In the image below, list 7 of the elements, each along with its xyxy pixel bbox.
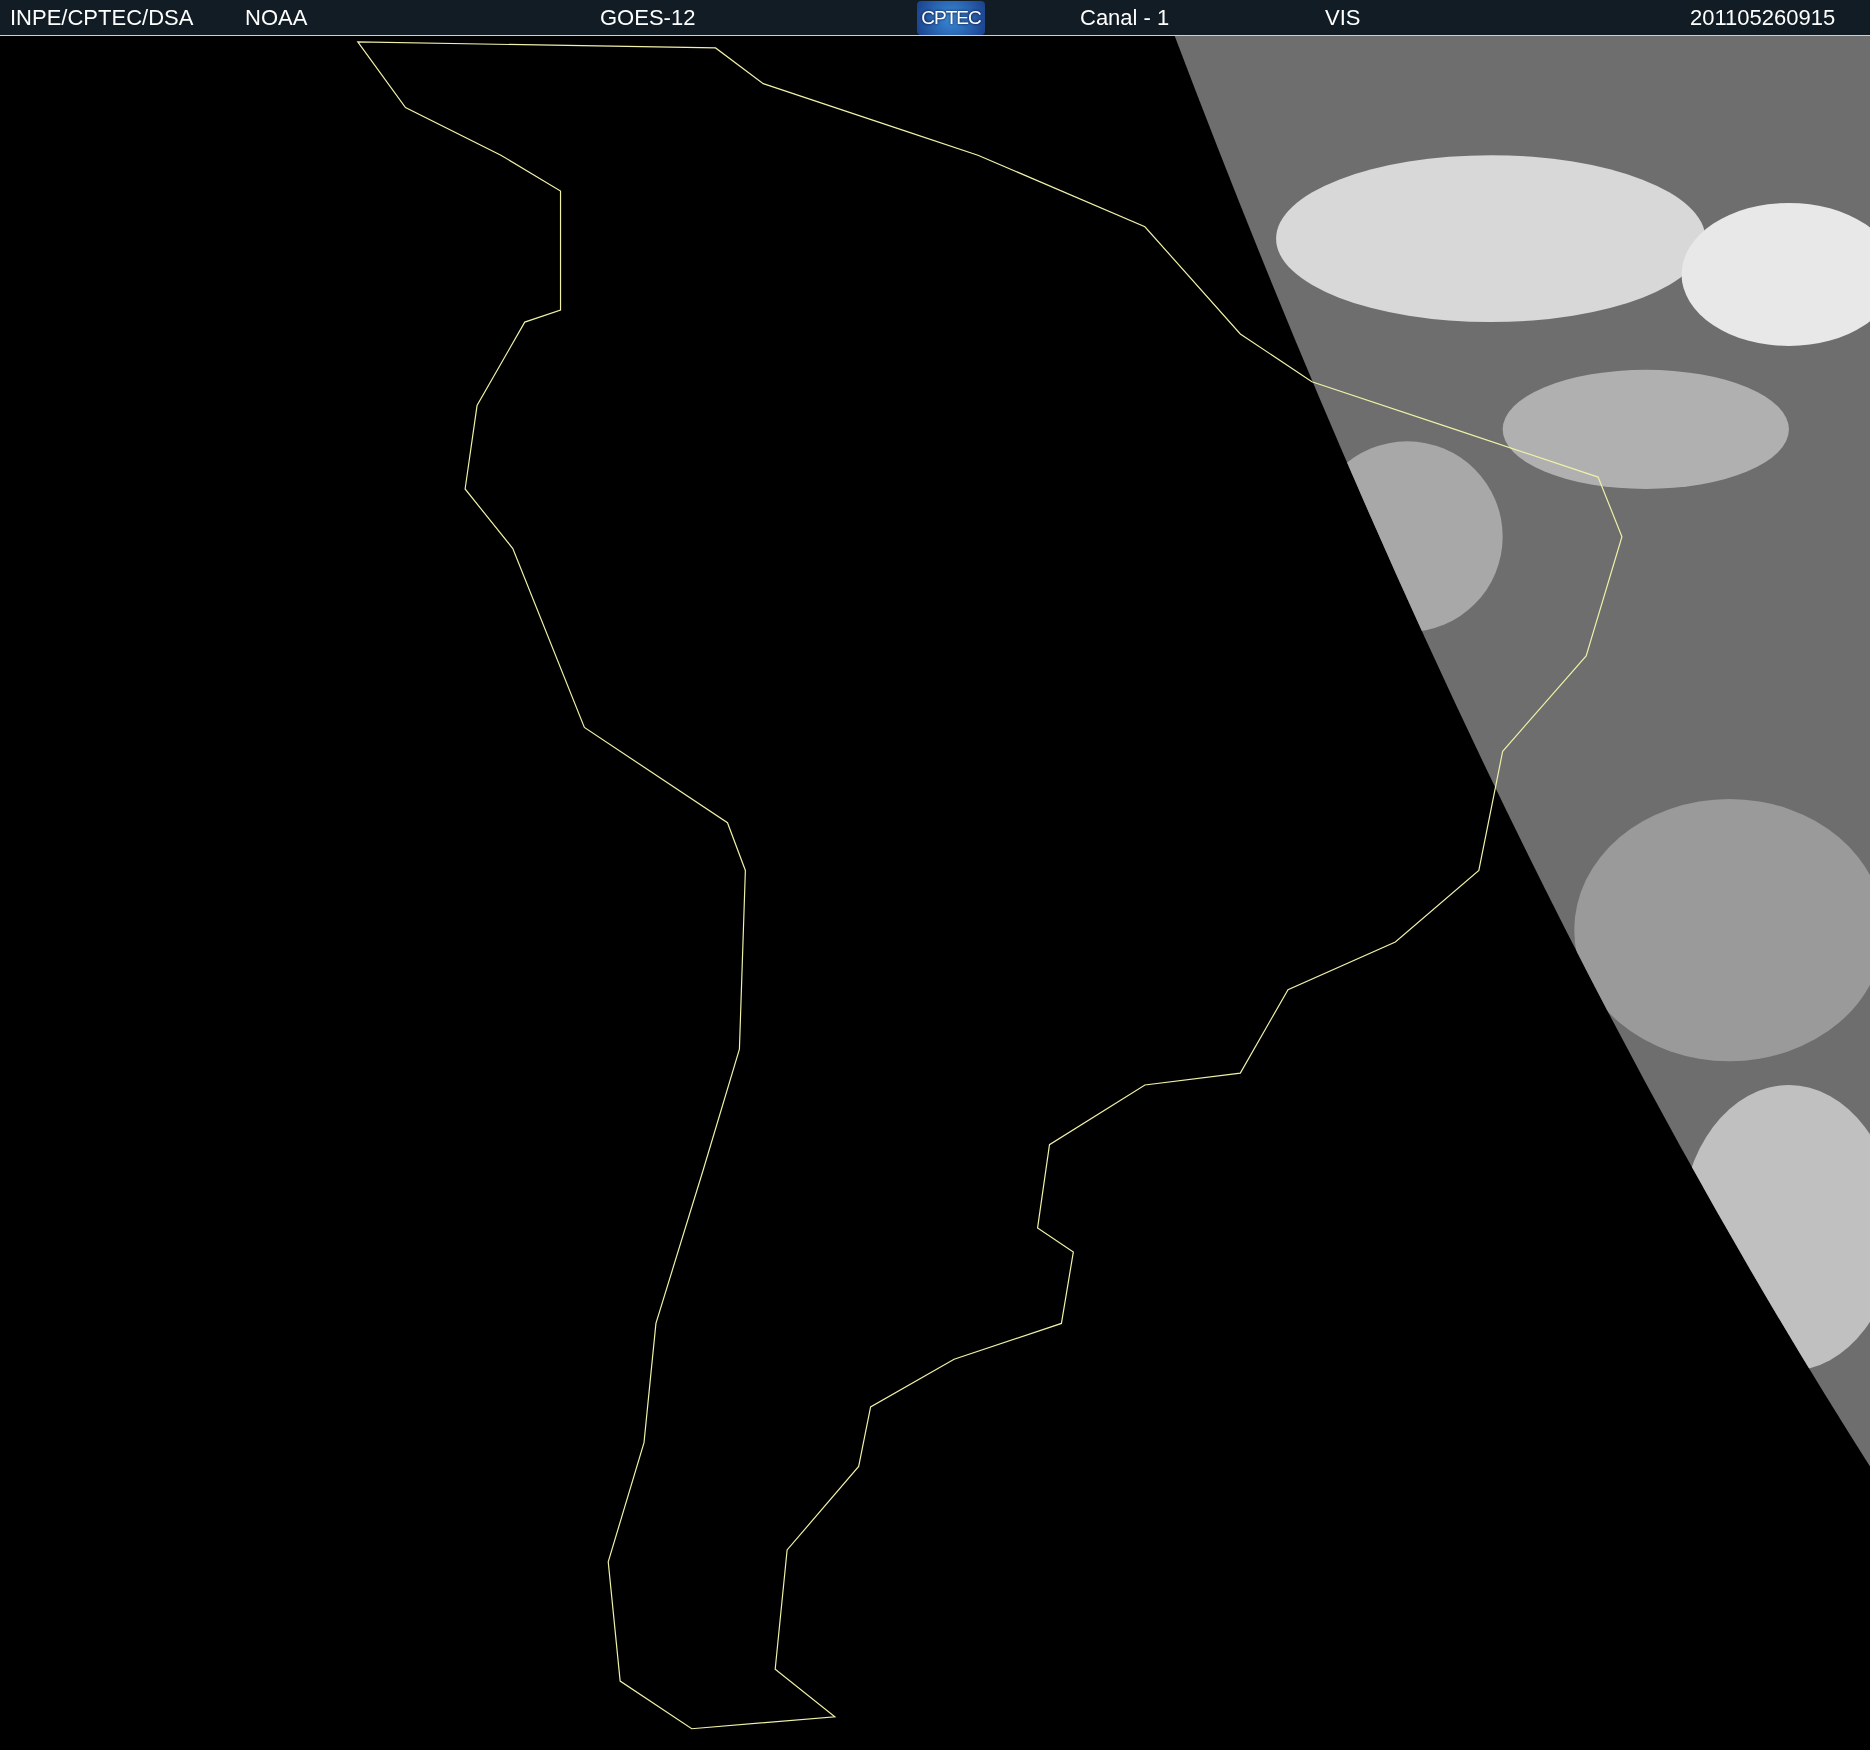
satellite-label: GOES-12 — [600, 5, 696, 31]
channel-label: Canal - 1 — [1080, 5, 1170, 31]
timestamp-label: 201105260915 — [1690, 5, 1836, 31]
source-label: NOAA — [245, 5, 308, 31]
cptec-logo: CPTEC — [917, 1, 985, 35]
agency-label: INPE/CPTEC/DSA — [10, 5, 194, 31]
band-label: VIS — [1325, 5, 1361, 31]
